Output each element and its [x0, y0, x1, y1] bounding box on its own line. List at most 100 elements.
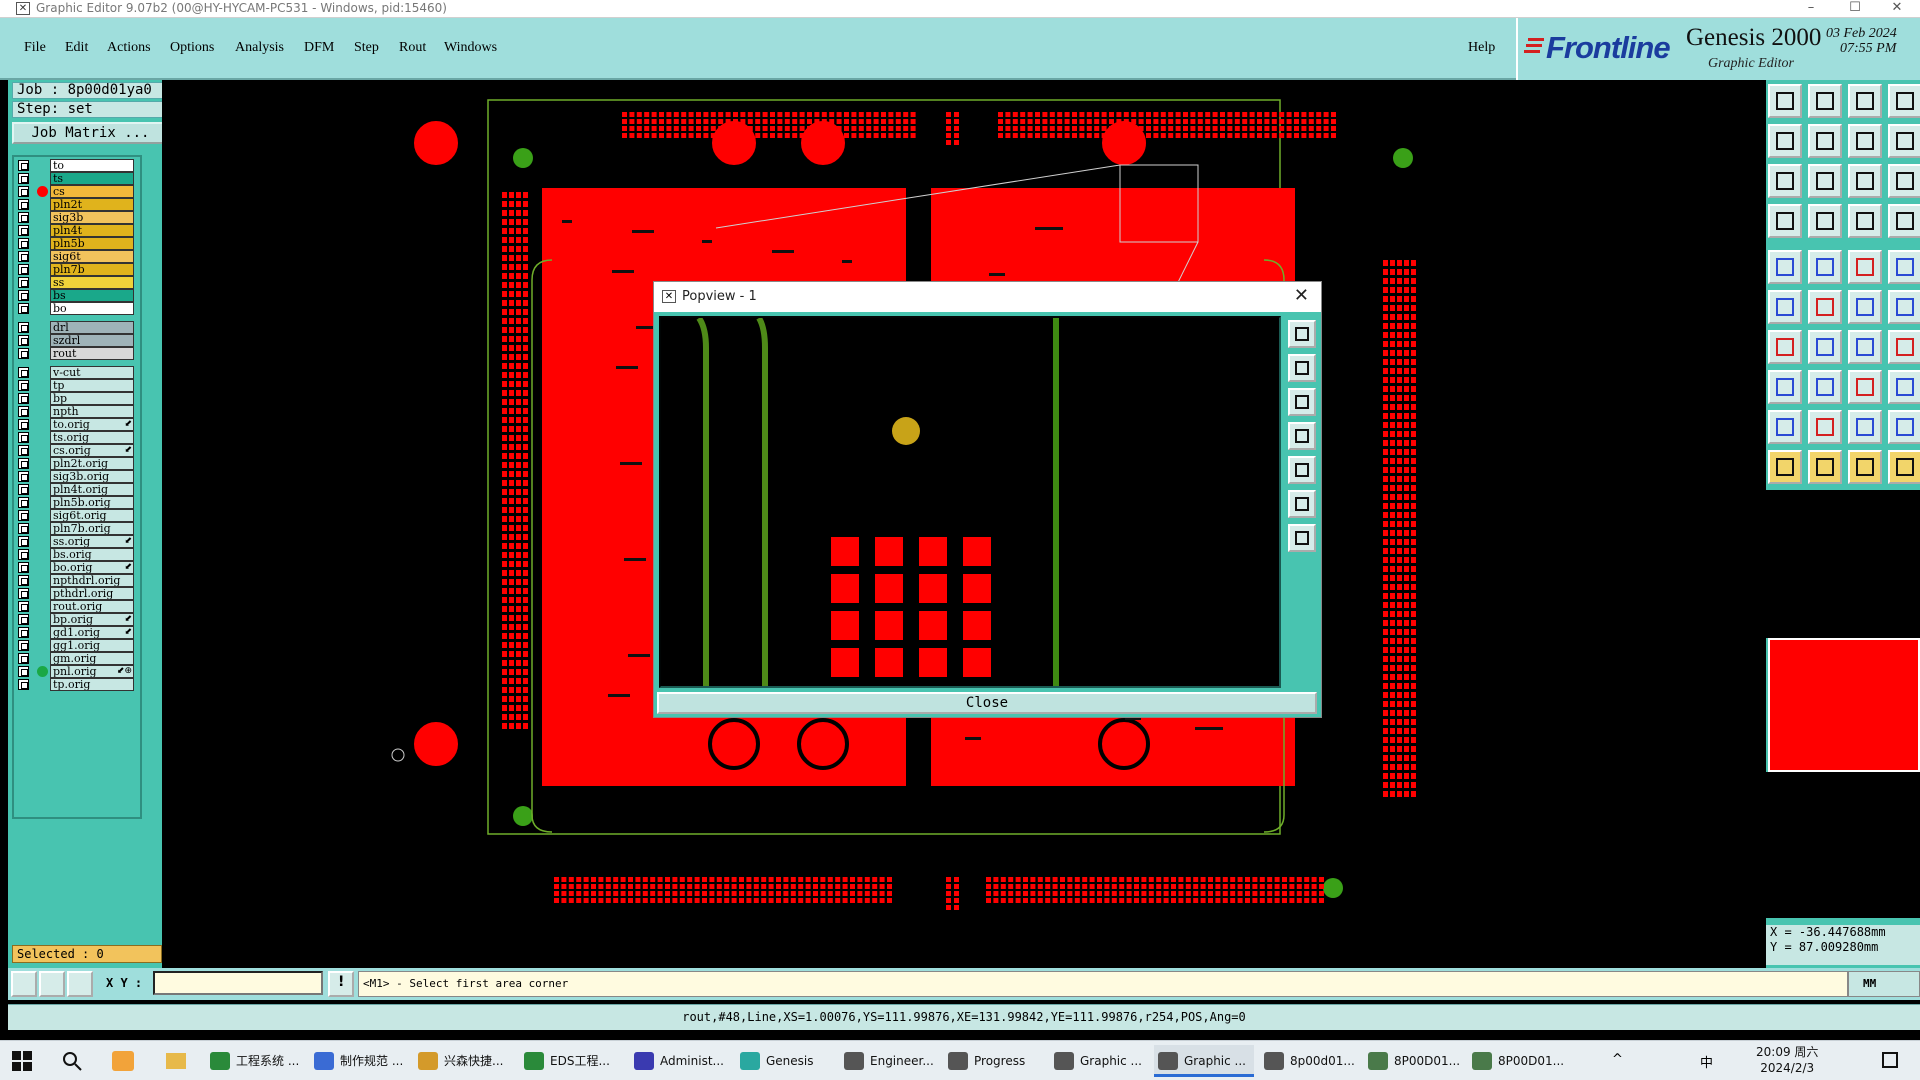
menu-actions[interactable]: Actions — [107, 40, 151, 56]
taskbar-app[interactable]: 8P00D01... — [1468, 1045, 1568, 1077]
layer-name[interactable]: cs.orig — [50, 444, 134, 457]
measure-button[interactable] — [39, 971, 65, 997]
layer-row[interactable]: ss.orig ⬋ — [14, 535, 142, 548]
zoom-home-tool-button[interactable] — [1808, 164, 1842, 198]
layer-checkbox[interactable] — [18, 380, 29, 391]
query-tool-button[interactable] — [1848, 450, 1882, 484]
layer-row[interactable]: gg1.orig — [14, 639, 142, 652]
layer-name[interactable]: ss.orig — [50, 535, 134, 548]
prev-step-tool-button[interactable] — [1768, 124, 1802, 158]
layer-name[interactable]: drl — [50, 321, 134, 334]
taskbar-app[interactable]: Graphic ... — [1154, 1045, 1254, 1077]
line-tool-button[interactable] — [1768, 330, 1802, 364]
next-step-tool-button[interactable] — [1808, 124, 1842, 158]
popview-zoom-in-button[interactable] — [1288, 490, 1316, 518]
crosshair-tool-button[interactable] — [1768, 370, 1802, 404]
layer-checkbox[interactable] — [18, 348, 29, 359]
layer-checkbox[interactable] — [18, 277, 29, 288]
popview-canvas[interactable] — [659, 316, 1281, 688]
maximize-button[interactable]: ☐ — [1832, 0, 1878, 17]
taskbar-app[interactable]: 8P00D01... — [1364, 1045, 1464, 1077]
tray-chevron-icon[interactable]: ^ — [1612, 1052, 1623, 1067]
layer-row[interactable]: rout.orig — [14, 600, 142, 613]
popview-zoom-out-button[interactable] — [1288, 524, 1316, 552]
home-tool-button[interactable] — [1848, 84, 1882, 118]
layer-row[interactable]: bo — [14, 302, 142, 315]
taskbar-app[interactable]: 工程系统 ... — [206, 1045, 306, 1077]
layer-row[interactable]: pln4t.orig — [14, 483, 142, 496]
layer-checkbox[interactable] — [18, 303, 29, 314]
layer-row[interactable]: bp — [14, 392, 142, 405]
layer-name[interactable]: tp — [50, 379, 134, 392]
layer-checkbox[interactable] — [18, 199, 29, 210]
split-tool-button[interactable] — [1888, 290, 1920, 324]
taskbar-app[interactable]: Administ... — [630, 1045, 730, 1077]
layer-row[interactable]: cs — [14, 185, 142, 198]
layer-name[interactable]: sig3b — [50, 211, 134, 224]
select-move-tool-button[interactable] — [1768, 250, 1802, 284]
execute-button[interactable]: ! — [328, 971, 354, 997]
measure-tool-button[interactable] — [1848, 250, 1882, 284]
layer-checkbox[interactable] — [18, 458, 29, 469]
layer-checkbox[interactable] — [18, 173, 29, 184]
layer-name[interactable]: tp.orig — [50, 678, 134, 691]
layer-name[interactable]: to — [50, 159, 134, 172]
layer-name[interactable]: ts — [50, 172, 134, 185]
layer-name[interactable]: cs — [50, 185, 134, 198]
popview-pan-right-button[interactable] — [1288, 456, 1316, 484]
layer-row[interactable]: pln7b — [14, 263, 142, 276]
surface-tool-button[interactable] — [1848, 410, 1882, 444]
layer-name[interactable]: bo.orig — [50, 561, 134, 574]
layer-checkbox[interactable] — [18, 290, 29, 301]
pick-tool-button[interactable] — [1808, 450, 1842, 484]
menu-edit[interactable]: Edit — [65, 40, 88, 56]
layer-name[interactable]: to.orig — [50, 418, 134, 431]
popview-close-button[interactable]: Close — [657, 692, 1317, 714]
minimize-button[interactable]: – — [1788, 0, 1834, 17]
layer-row[interactable]: pln5b — [14, 237, 142, 250]
units-button[interactable]: MM — [1848, 971, 1920, 997]
save-tool-button[interactable] — [1808, 84, 1842, 118]
layer-name[interactable]: v-cut — [50, 366, 134, 379]
layer-checkbox[interactable] — [18, 523, 29, 534]
pointer-tool-button[interactable] — [1768, 450, 1802, 484]
layer-name[interactable]: rout.orig — [50, 600, 134, 613]
layer-name[interactable]: sig6t.orig — [50, 509, 134, 522]
taskbar-app[interactable]: EDS工程... — [520, 1045, 620, 1077]
layer-name[interactable]: pln4t — [50, 224, 134, 237]
search-icon[interactable] — [62, 1051, 82, 1071]
layer-row[interactable]: szdrl — [14, 334, 142, 347]
layer-checkbox[interactable] — [18, 471, 29, 482]
layer-name[interactable]: pln5b.orig — [50, 496, 134, 509]
text-tool-button[interactable] — [1888, 410, 1920, 444]
menu-step[interactable]: Step — [354, 40, 379, 56]
layer-row[interactable]: ss — [14, 276, 142, 289]
layer-name[interactable]: ss — [50, 276, 134, 289]
copy-tool-button[interactable] — [1848, 124, 1882, 158]
taskbar-app[interactable]: Progress — [944, 1045, 1044, 1077]
layer-name[interactable]: pthdrl.orig — [50, 587, 134, 600]
layer-row[interactable]: cs.orig ⬋ — [14, 444, 142, 457]
menu-analysis[interactable]: Analysis — [235, 40, 284, 56]
menu-rout[interactable]: Rout — [399, 40, 426, 56]
layer-row[interactable]: pln4t — [14, 224, 142, 237]
layer-row[interactable]: ts — [14, 172, 142, 185]
snap-mode-button[interactable] — [11, 971, 37, 997]
layer-checkbox[interactable] — [18, 575, 29, 586]
layer-row[interactable]: npthdrl.orig — [14, 574, 142, 587]
layer-row[interactable]: to.orig ⬋ — [14, 418, 142, 431]
layer-name[interactable]: npth — [50, 405, 134, 418]
group-tool-button[interactable] — [1888, 370, 1920, 404]
popview-zoom-fit-button[interactable] — [1288, 320, 1316, 348]
layer-row[interactable]: pln5b.orig — [14, 496, 142, 509]
layer-name[interactable]: sig6t — [50, 250, 134, 263]
taskbar-app[interactable]: 8p00d01... — [1260, 1045, 1360, 1077]
menu-dfm[interactable]: DFM — [304, 40, 334, 56]
popview-pan-left-button[interactable] — [1288, 422, 1316, 450]
layer-checkbox[interactable] — [18, 186, 29, 197]
taskbar-app[interactable]: Genesis — [736, 1045, 836, 1077]
layer-checkbox[interactable] — [18, 225, 29, 236]
window-tool-button[interactable] — [1888, 84, 1920, 118]
layer-checkbox[interactable] — [18, 562, 29, 573]
layer-name[interactable]: gd1.orig — [50, 626, 134, 639]
